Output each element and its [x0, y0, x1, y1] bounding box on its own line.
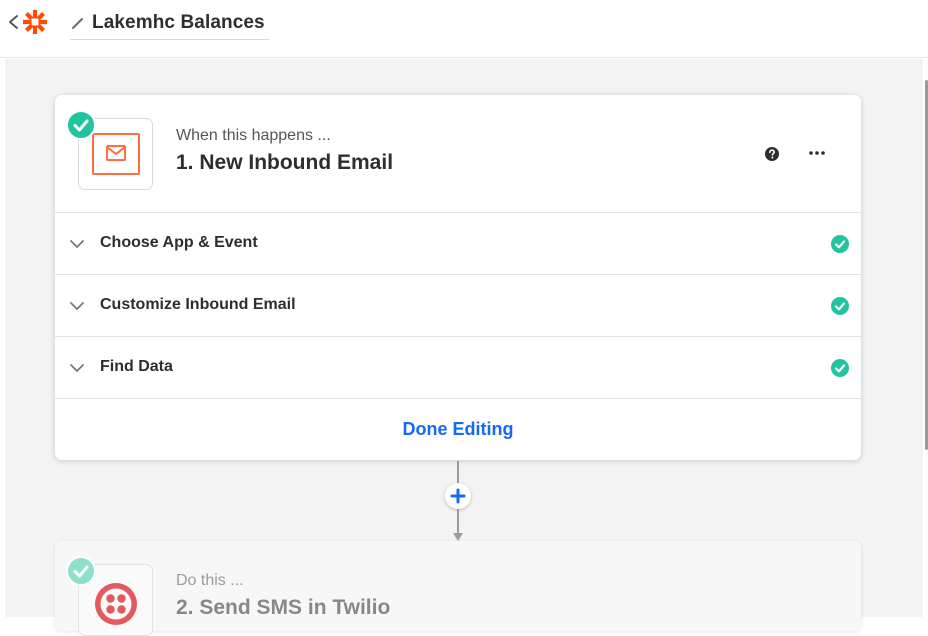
help-icon[interactable]: [765, 147, 779, 161]
top-bar: Lakemhc Balances: [0, 0, 928, 58]
connector-line-bottom: [457, 509, 459, 534]
step-complete-check-icon: [66, 556, 96, 586]
section-customize-inbound-email[interactable]: Customize Inbound Email: [55, 275, 861, 337]
connector-arrow: [453, 533, 463, 541]
step-type-label: Do this ...: [176, 572, 244, 589]
zapier-logo-icon[interactable]: [22, 9, 48, 35]
step-complete-check-icon: [66, 110, 96, 140]
section-label: Find Data: [100, 358, 173, 375]
chevron-down-icon: [70, 240, 84, 248]
section-find-data[interactable]: Find Data: [55, 337, 861, 399]
envelope-icon: [106, 145, 126, 161]
zap-title: Lakemhc Balances: [92, 11, 265, 33]
connector-line-top: [457, 461, 459, 483]
section-label: Choose App & Event: [100, 234, 258, 251]
done-editing-button[interactable]: Done Editing: [403, 419, 514, 440]
check-circle-icon: [831, 359, 849, 377]
add-step-button[interactable]: [445, 483, 471, 509]
step-title: 1. New Inbound Email: [176, 151, 394, 174]
back-chevron-icon[interactable]: [6, 11, 20, 33]
step-title: 2. Send SMS in Twilio: [176, 596, 391, 619]
section-label: Customize Inbound Email: [100, 296, 296, 313]
done-editing-row: Done Editing: [55, 399, 861, 460]
action-step-card[interactable]: Do this ... 2. Send SMS in Twilio: [55, 541, 861, 636]
step-type-label: When this happens ...: [176, 127, 331, 144]
chevron-down-icon: [70, 302, 84, 310]
section-choose-app-event[interactable]: Choose App & Event: [55, 213, 861, 275]
twilio-icon: [95, 583, 137, 625]
pencil-icon: [72, 17, 83, 29]
more-options-icon[interactable]: [806, 143, 828, 163]
plus-icon: [450, 488, 466, 504]
trigger-step-header[interactable]: When this happens ... 1. New Inbound Ema…: [55, 95, 861, 213]
check-circle-icon: [831, 297, 849, 315]
check-circle-icon: [831, 235, 849, 253]
email-app-icon: [92, 133, 140, 175]
chevron-down-icon: [70, 364, 84, 372]
zap-title-field[interactable]: Lakemhc Balances: [70, 6, 269, 40]
trigger-step-card: When this happens ... 1. New Inbound Ema…: [55, 95, 861, 460]
